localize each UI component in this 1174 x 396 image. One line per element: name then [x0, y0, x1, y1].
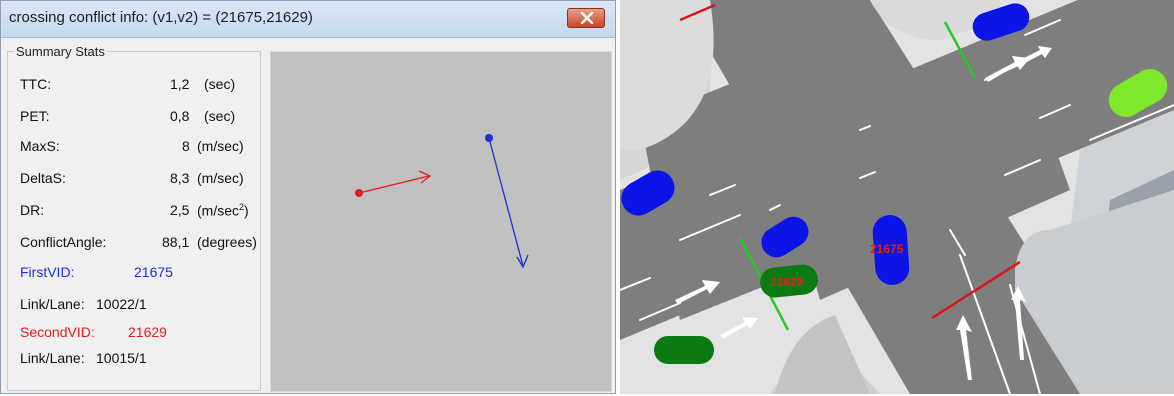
ttc-label: TTC: — [20, 76, 52, 92]
close-button[interactable] — [567, 8, 605, 28]
second-vid-label: SecondVID: — [20, 324, 95, 340]
second-link-label: Link/Lane: — [20, 350, 85, 366]
vehicle-first-label: 21675 — [870, 242, 904, 256]
angle-value: 88,1 — [162, 234, 190, 250]
second-vehicle-point — [355, 189, 363, 197]
maxs-row: MaxS: 8 (m/sec) — [20, 138, 260, 158]
pet-value: 0,8 — [170, 108, 190, 124]
ttc-value: 1,2 — [170, 76, 190, 92]
intersection-map-view[interactable]: 21675 21629 — [620, 0, 1174, 394]
vehicle-dark-green-south[interactable] — [654, 336, 714, 364]
angle-row: ConflictAngle: 88,1 (degrees) — [20, 234, 260, 254]
ttc-row: TTC: 1,2 (sec) — [20, 76, 260, 96]
pet-row: PET: 0,8 (sec) — [20, 108, 260, 128]
first-vehicle-vector — [485, 134, 529, 269]
conflict-vector-canvas — [270, 51, 612, 392]
second-vid-row: SecondVID: 21629 — [20, 324, 260, 344]
first-link-label: Link/Lane: — [20, 296, 85, 312]
first-link-value: 10022/1 — [96, 296, 147, 312]
angle-label: ConflictAngle: — [20, 234, 107, 250]
close-x-icon — [580, 12, 594, 24]
ttc-unit: (sec) — [204, 76, 236, 92]
dr-label: DR: — [20, 202, 45, 218]
dr-unit: (m/sec2) — [197, 202, 249, 219]
second-vid-value: 21629 — [128, 324, 167, 340]
first-vid-label: FirstVID: — [20, 264, 75, 280]
dr-value: 2,5 — [170, 202, 190, 218]
first-vid-value: 21675 — [134, 264, 173, 280]
maxs-unit: (m/sec) — [197, 138, 244, 154]
pet-label: PET: — [20, 108, 50, 124]
second-link-value: 10015/1 — [96, 350, 147, 366]
title-bar[interactable]: crossing conflict info: (v1,v2) = (21675… — [1, 1, 615, 38]
dr-row: DR: 2,5 (m/sec2) — [20, 202, 260, 222]
first-vid-row: FirstVID: 21675 — [20, 264, 260, 284]
deltas-label: DeltaS: — [20, 170, 66, 186]
angle-unit: (degrees) — [197, 234, 257, 250]
second-link-row: Link/Lane: 10015/1 — [20, 350, 260, 370]
summary-stats-group: Summary Stats TTC: 1,2 (sec) PET: 0,8 (s… — [7, 44, 261, 391]
maxs-label: MaxS: — [20, 138, 60, 154]
deltas-value: 8,3 — [170, 170, 190, 186]
summary-stats-legend: Summary Stats — [14, 44, 107, 59]
second-vehicle-vector — [355, 170, 432, 197]
conflict-info-dialog: crossing conflict info: (v1,v2) = (21675… — [0, 0, 616, 394]
pet-unit: (sec) — [204, 108, 236, 124]
deltas-row: DeltaS: 8,3 (m/sec) — [20, 170, 260, 190]
conflict-vector-plot — [355, 134, 529, 269]
first-link-row: Link/Lane: 10022/1 — [20, 296, 260, 316]
deltas-unit: (m/sec) — [197, 170, 244, 186]
window-title: crossing conflict info: (v1,v2) = (21675… — [9, 9, 313, 26]
maxs-value: 8 — [182, 138, 190, 154]
intersection-map[interactable]: 21675 21629 — [620, 0, 1174, 394]
vehicle-second-label: 21629 — [770, 275, 804, 289]
first-vehicle-point — [485, 134, 493, 142]
